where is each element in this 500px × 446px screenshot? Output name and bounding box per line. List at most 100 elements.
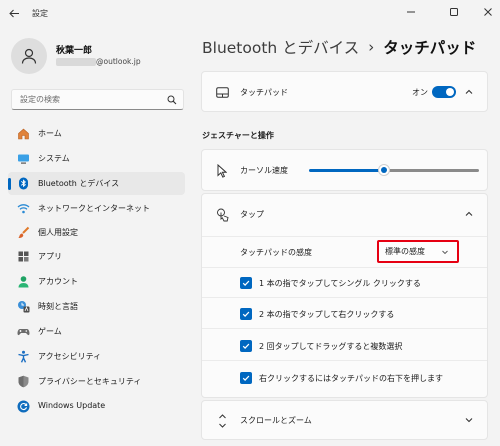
toggle-state-label: オン (412, 88, 428, 97)
option-label: 右クリックするにはタッチパッドの右下を押します (259, 374, 443, 383)
breadcrumb-separator: › (368, 38, 375, 56)
checkmark-icon (242, 343, 250, 349)
back-button[interactable] (6, 6, 22, 20)
accessibility-icon (17, 350, 30, 363)
touchpad-label: タッチパッド (240, 88, 288, 97)
sidebar-item-label: ネットワークとインターネット (38, 204, 150, 213)
back-arrow-icon (8, 9, 19, 17)
touchpad-card: タッチパッド オン (201, 71, 488, 112)
breadcrumb-parent-link[interactable]: Bluetooth とデバイス (202, 36, 359, 58)
sidebar-item-label: アカウント (38, 277, 78, 286)
search-box[interactable] (11, 89, 184, 110)
cursor-speed-label: カーソル速度 (240, 166, 288, 175)
sidebar-item-label: プライバシーとセキュリティ (38, 377, 142, 386)
sidebar-item-home[interactable]: ホーム (8, 122, 185, 145)
time-language-icon (17, 300, 30, 313)
sidebar-item-privacy[interactable]: プライバシーとセキュリティ (8, 370, 185, 393)
divider (202, 297, 487, 298)
chevron-down-icon[interactable] (464, 415, 474, 425)
chevron-down-icon (442, 250, 448, 255)
sidebar-item-label: システム (38, 154, 70, 163)
tap-header[interactable]: タップ (202, 194, 487, 236)
page-title: タッチパッド (383, 39, 477, 57)
sidebar-item-label: アクセシビリティ (38, 352, 102, 361)
checkmark-icon (242, 375, 250, 381)
wifi-icon (17, 202, 30, 215)
brush-icon (17, 226, 30, 239)
touchpad-toggle[interactable] (432, 86, 456, 98)
chevron-up-icon[interactable] (464, 87, 474, 97)
chevron-up-icon[interactable] (464, 209, 474, 219)
shield-icon (17, 375, 30, 388)
selection-indicator (8, 178, 11, 190)
close-icon (484, 8, 492, 16)
maximize-button[interactable] (442, 4, 466, 20)
update-icon (17, 400, 30, 413)
sidebar-item-label: アプリ (38, 252, 62, 261)
profile-email: @outlook.jp (96, 57, 141, 66)
divider (202, 328, 487, 329)
tap-label: タップ (240, 210, 264, 219)
sidebar-item-personalization[interactable]: 個人用設定 (8, 221, 185, 244)
sidebar-item-accounts[interactable]: アカウント (8, 270, 185, 293)
divider (202, 267, 487, 268)
sidebar-item-time-language[interactable]: 時刻と言語 (8, 295, 185, 318)
section-title-gestures: ジェスチャーと操作 (202, 131, 274, 140)
cursor-icon (217, 164, 227, 178)
user-icon (21, 48, 37, 64)
avatar[interactable] (11, 38, 47, 74)
breadcrumb: Bluetooth とデバイス › タッチパッド (202, 36, 476, 58)
scroll-zoom-card[interactable]: スクロールとズーム (201, 400, 488, 440)
cursor-speed-card: カーソル速度 (201, 149, 488, 191)
cursor-speed-slider-thumb[interactable] (378, 164, 390, 176)
option-label: 2 回タップしてドラッグすると複数選択 (259, 342, 403, 351)
slider-fill (309, 169, 384, 172)
email-redaction (56, 58, 96, 66)
sidebar-item-label: Bluetooth とデバイス (38, 179, 120, 188)
checkmark-icon (242, 311, 250, 317)
touchpad-icon (216, 87, 229, 98)
title-bar: 設定 (0, 0, 500, 26)
sidebar-item-gaming[interactable]: ゲーム (8, 320, 185, 343)
sensitivity-label: タッチパッドの感度 (240, 248, 312, 257)
gamepad-icon (17, 325, 30, 338)
scroll-zoom-label: スクロールとズーム (240, 416, 312, 425)
close-button[interactable] (476, 4, 500, 20)
apps-icon (17, 250, 30, 263)
search-icon (167, 95, 177, 105)
sidebar-item-windows-update[interactable]: Windows Update (8, 395, 185, 418)
option-label: 1 本の指でタップしてシングル クリックする (259, 279, 421, 288)
slider-track[interactable] (384, 169, 479, 172)
checkbox-single-tap[interactable] (240, 277, 252, 289)
home-icon (17, 127, 30, 140)
scroll-arrows-icon (219, 414, 226, 428)
sidebar-item-accessibility[interactable]: アクセシビリティ (8, 345, 185, 368)
bluetooth-icon (17, 177, 30, 190)
sidebar-item-label: ゲーム (38, 327, 62, 336)
sidebar-item-network[interactable]: ネットワークとインターネット (8, 197, 185, 220)
checkbox-bottom-right-click[interactable] (240, 372, 252, 384)
option-label: 2 本の指でタップして右クリックする (259, 310, 395, 319)
sidebar-item-label: ホーム (38, 129, 62, 138)
sidebar-item-bluetooth[interactable]: Bluetooth とデバイス (8, 172, 185, 195)
divider (202, 236, 487, 237)
checkmark-icon (242, 280, 250, 286)
minimize-icon (407, 11, 415, 13)
sensitivity-dropdown[interactable]: 標準の感度 (377, 240, 459, 263)
sidebar-item-apps[interactable]: アプリ (8, 245, 185, 268)
tap-card: タップ タッチパッドの感度 1 本の指でタップしてシングル クリックする 2 本… (201, 193, 488, 398)
tap-gesture-icon (217, 208, 229, 222)
sidebar-item-system[interactable]: システム (8, 147, 185, 170)
app-title: 設定 (32, 9, 48, 18)
sidebar-item-label: 個人用設定 (38, 228, 78, 237)
sidebar-item-label: Windows Update (38, 401, 106, 410)
minimize-button[interactable] (399, 4, 423, 20)
sidebar-item-label: 時刻と言語 (38, 302, 78, 311)
search-input[interactable] (20, 95, 160, 104)
maximize-icon (450, 8, 458, 16)
account-icon (17, 275, 30, 288)
divider (202, 360, 487, 361)
system-icon (17, 152, 30, 165)
checkbox-double-tap-drag[interactable] (240, 340, 252, 352)
checkbox-two-finger-right-click[interactable] (240, 308, 252, 320)
